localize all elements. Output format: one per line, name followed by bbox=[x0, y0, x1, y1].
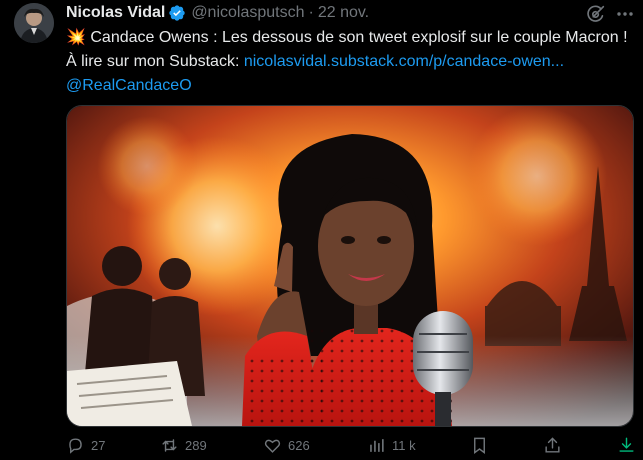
views-icon bbox=[370, 439, 384, 452]
author-name[interactable]: Nicolas Vidal bbox=[66, 4, 165, 22]
download-button[interactable] bbox=[617, 436, 636, 455]
more-options-icon[interactable] bbox=[615, 4, 635, 24]
tweet-header: Nicolas Vidal @nicolasputsch · 22 nov. bbox=[66, 3, 369, 23]
like-button[interactable]: 626 bbox=[263, 436, 310, 455]
bookmark-button[interactable] bbox=[470, 436, 489, 455]
like-count: 626 bbox=[288, 438, 310, 453]
views-count: 11 k bbox=[392, 438, 416, 453]
repost-button[interactable]: 289 bbox=[160, 436, 207, 455]
tweet-date[interactable]: 22 nov. bbox=[318, 4, 369, 22]
share-button[interactable] bbox=[543, 436, 562, 455]
reply-button[interactable]: 27 bbox=[66, 436, 105, 455]
tweet-actions: 27 289 626 11 k bbox=[66, 436, 636, 460]
grok-icon[interactable] bbox=[585, 3, 607, 25]
tweet[interactable]: Nicolas Vidal @nicolasputsch · 22 nov. 💥… bbox=[0, 0, 643, 460]
share-icon bbox=[545, 437, 560, 453]
avatar[interactable] bbox=[14, 3, 54, 43]
header-separator: · bbox=[308, 4, 314, 21]
heart-icon bbox=[264, 439, 281, 453]
verified-badge-icon bbox=[168, 4, 186, 22]
reply-icon bbox=[69, 438, 82, 454]
repost-count: 289 bbox=[185, 438, 207, 453]
explosion-emoji: 💥 bbox=[66, 29, 86, 46]
substack-link[interactable]: nicolasvidal.substack.com/p/candace-owen… bbox=[244, 53, 564, 70]
avatar-image bbox=[14, 3, 54, 43]
bookmark-icon bbox=[474, 437, 485, 455]
tweet-media[interactable] bbox=[66, 105, 634, 427]
author-handle[interactable]: @nicolasputsch bbox=[191, 4, 304, 22]
tweet-text: 💥 Candace Owens : Les dessous de son twe… bbox=[66, 26, 631, 98]
media-image bbox=[67, 106, 633, 426]
repost-icon bbox=[162, 439, 177, 452]
views-button[interactable]: 11 k bbox=[367, 436, 416, 455]
download-icon bbox=[619, 437, 634, 452]
mention-link[interactable]: @RealCandaceO bbox=[66, 77, 192, 94]
reply-count: 27 bbox=[91, 438, 106, 453]
